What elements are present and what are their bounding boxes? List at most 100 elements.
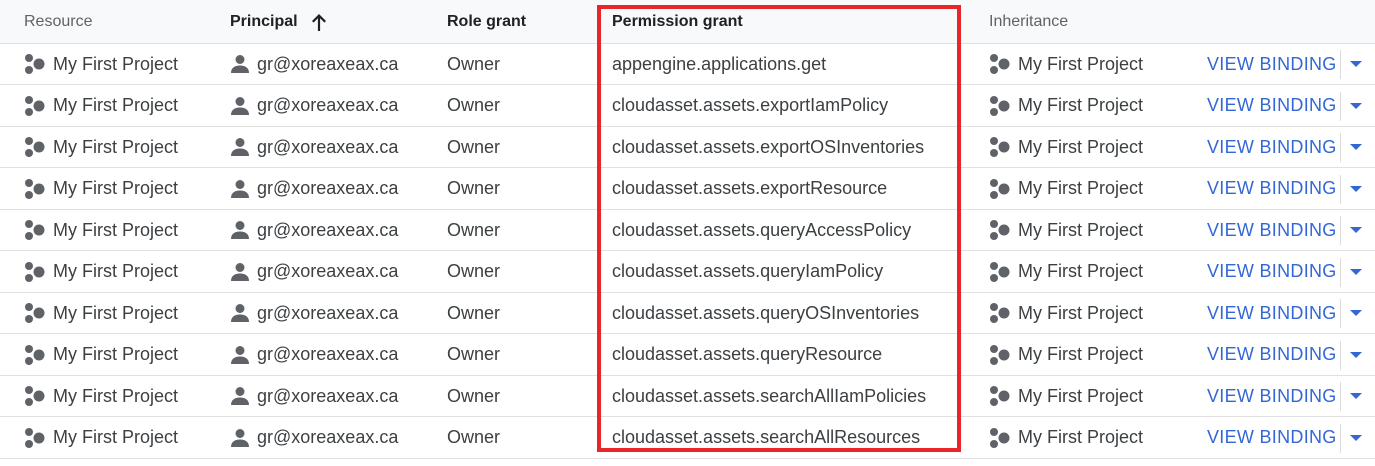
principal-cell: gr@xoreaxeax.ca [230,86,398,126]
resource-name: My First Project [53,385,179,406]
column-header-role-grant[interactable]: Role grant [447,0,526,43]
principal-cell: gr@xoreaxeax.ca [230,293,398,333]
chevron-down-icon[interactable] [1347,44,1365,84]
principal-email: gr@xoreaxeax.ca [257,302,399,323]
view-binding-label: VIEW BINDING [1207,178,1337,198]
permission-grant-value: cloudasset.assets.queryIamPolicy [612,261,884,281]
inheritance-cell: My First Project [989,86,1143,126]
view-binding-button[interactable]: VIEW BINDING [1207,86,1337,126]
principal-cell: gr@xoreaxeax.ca [230,127,398,167]
column-header-resource[interactable]: Resource [24,0,92,43]
inheritance-cell: My First Project [989,418,1143,458]
resource-name: My First Project [53,302,179,323]
view-binding-button[interactable]: VIEW BINDING [1207,127,1337,167]
project-icon [24,427,46,449]
project-icon [24,219,46,241]
action-divider [1340,133,1341,162]
column-header-principal[interactable]: Principal [230,0,328,43]
permission-grant-cell: appengine.applications.get [612,44,826,84]
role-grant-cell: Owner [447,169,500,209]
person-icon [230,137,250,157]
project-icon [24,302,46,324]
role-grant-cell: Owner [447,376,500,416]
table-row: My First Project gr@xoreaxeax.ca Owner clou… [0,86,1375,127]
project-icon [989,53,1011,75]
chevron-down-icon[interactable] [1347,376,1365,416]
table-header: Resource Principal Role grant Permission… [0,0,1375,44]
chevron-down-icon[interactable] [1347,86,1365,126]
resource-cell: My First Project [24,127,178,167]
person-icon [230,262,250,282]
project-icon [24,95,46,117]
inheritance-name: My First Project [1018,95,1144,115]
view-binding-button[interactable]: VIEW BINDING [1207,44,1337,84]
permission-grant-value: cloudasset.assets.searchAllResources [612,427,921,447]
principal-cell: gr@xoreaxeax.ca [230,252,398,292]
role-grant-cell: Owner [447,86,500,126]
table-row: My First Project gr@xoreaxeax.ca Owner clou… [0,210,1375,251]
chevron-down-icon[interactable] [1347,252,1365,292]
role-grant-value: Owner [447,344,501,364]
view-binding-label: VIEW BINDING [1207,302,1337,323]
view-binding-label: VIEW BINDING [1207,136,1337,157]
role-grant-value: Owner [447,261,501,281]
resource-cell: My First Project [24,210,178,250]
project-icon [24,178,46,200]
view-binding-label: VIEW BINDING [1207,427,1337,447]
resource-name: My First Project [53,427,179,447]
project-icon [989,95,1011,117]
chevron-down-icon[interactable] [1347,169,1365,209]
view-binding-button[interactable]: VIEW BINDING [1207,335,1337,375]
resource-cell: My First Project [24,418,178,458]
person-icon [230,179,250,199]
project-icon [24,344,46,366]
permission-grant-cell: cloudasset.assets.searchAllResources [612,418,920,458]
role-grant-cell: Owner [447,44,500,84]
column-header-inheritance[interactable]: Inheritance [989,0,1068,43]
inheritance-name: My First Project [1018,427,1144,447]
permission-grant-cell: cloudasset.assets.searchAllIamPolicies [612,376,926,416]
chevron-down-icon[interactable] [1347,335,1365,375]
person-icon [230,54,250,74]
resource-name: My First Project [53,219,179,240]
inheritance-cell: My First Project [989,252,1143,292]
role-grant-cell: Owner [447,252,500,292]
chevron-down-icon[interactable] [1347,127,1365,167]
table-row: My First Project gr@xoreaxeax.ca Owner clou… [0,293,1375,334]
action-divider [1340,423,1341,453]
view-binding-label: VIEW BINDING [1207,53,1337,74]
table-row: My First Project gr@xoreaxeax.ca Owner clou… [0,252,1375,293]
project-icon [24,136,46,158]
view-binding-button[interactable]: VIEW BINDING [1207,418,1337,458]
inheritance-cell: My First Project [989,293,1143,333]
view-binding-button[interactable]: VIEW BINDING [1207,169,1337,209]
action-divider [1340,174,1341,204]
arrow-up-icon[interactable] [310,12,328,32]
role-grant-value: Owner [447,219,501,240]
resource-cell: My First Project [24,169,178,209]
inheritance-name: My First Project [1018,53,1144,74]
role-grant-cell: Owner [447,335,500,375]
action-divider [1340,340,1341,370]
inheritance-cell: My First Project [989,44,1143,84]
column-header-permission-grant[interactable]: Permission grant [612,0,743,43]
view-binding-button[interactable]: VIEW BINDING [1207,376,1337,416]
chevron-down-icon[interactable] [1347,210,1365,250]
person-icon [230,345,250,365]
resource-cell: My First Project [24,44,178,84]
permission-grant-cell: cloudasset.assets.exportIamPolicy [612,86,888,126]
resource-name: My First Project [53,178,179,198]
project-icon [989,302,1011,324]
view-binding-button[interactable]: VIEW BINDING [1207,252,1337,292]
resource-cell: My First Project [24,252,178,292]
view-binding-button[interactable]: VIEW BINDING [1207,210,1337,250]
project-icon [989,427,1011,449]
role-grant-cell: Owner [447,127,500,167]
chevron-down-icon[interactable] [1347,418,1365,458]
action-divider [1340,382,1341,411]
permission-grant-value: cloudasset.assets.queryAccessPolicy [612,219,912,240]
column-header-role-grant-label: Role grant [447,12,527,30]
view-binding-button[interactable]: VIEW BINDING [1207,293,1337,333]
chevron-down-icon[interactable] [1347,293,1365,333]
resource-cell: My First Project [24,376,178,416]
